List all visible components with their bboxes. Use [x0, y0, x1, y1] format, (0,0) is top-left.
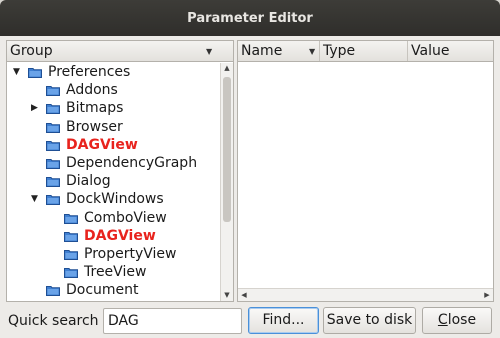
group-tree-vertical-scrollbar[interactable]: ▲ ▼	[220, 63, 233, 301]
find-button[interactable]: Find...	[248, 307, 319, 334]
bottom-bar: Quick search Find... Save to disk Close	[0, 306, 500, 336]
tree-item-label: Dialog	[66, 173, 111, 190]
save-to-disk-button[interactable]: Save to disk	[323, 307, 416, 334]
parameter-table-header: Name ▼ Type Value	[238, 41, 493, 62]
tree-item-label: Browser	[66, 118, 123, 135]
column-header-type-label: Type	[323, 43, 356, 59]
tree-item[interactable]: TreeView	[7, 263, 219, 281]
tree-item[interactable]: ComboView	[7, 209, 219, 227]
column-header-name-label: Name	[241, 43, 283, 59]
tree-item-label: Preferences	[48, 64, 131, 80]
folder-icon	[64, 212, 78, 224]
tree-item[interactable]: Dialog	[7, 172, 219, 190]
scroll-up-arrow-icon[interactable]: ▲	[221, 63, 233, 74]
title-bar: Parameter Editor	[0, 0, 500, 36]
tree-item-label: Bitmaps	[66, 100, 124, 117]
column-header-name[interactable]: Name	[238, 41, 320, 61]
close-button[interactable]: Close	[422, 307, 492, 334]
tree-item-label: DependencyGraph	[66, 155, 198, 171]
tree-item-label: TreeView	[84, 264, 147, 281]
tree-item[interactable]: PropertyView	[7, 245, 219, 263]
close-button-mnemonic: C	[437, 312, 448, 328]
tree-item-label: PropertyView	[84, 246, 177, 262]
sort-arrow-icon: ▼	[309, 47, 316, 56]
folder-icon	[64, 230, 78, 242]
folder-icon	[46, 157, 60, 169]
tree-item[interactable]: ▶ Bitmaps	[7, 99, 219, 117]
tree-item[interactable]: Addons	[7, 81, 219, 99]
parameter-table-pane[interactable]: Name ▼ Type Value ◀ ▶	[237, 40, 494, 302]
column-header-group-label: Group	[10, 43, 53, 59]
folder-icon	[46, 139, 60, 151]
expanded-arrow-icon[interactable]: ▼	[31, 194, 41, 204]
column-header-type[interactable]: Type	[320, 41, 408, 61]
tree-item-label: Addons	[66, 82, 118, 99]
tree-item-label: Document	[66, 282, 139, 299]
folder-icon	[46, 121, 60, 133]
folder-icon	[64, 248, 78, 260]
folder-icon	[46, 102, 60, 115]
folder-icon	[46, 175, 60, 188]
tree-item[interactable]: ▼ DockWindows	[7, 190, 219, 208]
tree-item-label: DAGView	[66, 136, 138, 153]
column-header-value-label: Value	[411, 43, 450, 59]
tree-item[interactable]: DAGView	[7, 136, 219, 154]
scrollbar-thumb[interactable]	[223, 77, 231, 222]
column-header-value[interactable]: Value	[408, 41, 494, 61]
folder-icon	[28, 66, 42, 78]
tree-item[interactable]: DependencyGraph	[7, 154, 219, 172]
folder-icon	[46, 193, 60, 206]
quick-search-label: Quick search	[8, 313, 99, 329]
quick-search-input[interactable]	[103, 308, 242, 334]
sort-arrow-icon: ▼	[206, 47, 213, 56]
parameter-table-horizontal-scrollbar[interactable]: ◀ ▶	[238, 288, 493, 301]
tree-item[interactable]: Browser	[7, 118, 219, 136]
tree-item-label: DAGView	[84, 227, 156, 244]
folder-icon	[46, 84, 60, 97]
scroll-right-arrow-icon[interactable]: ▶	[481, 289, 493, 301]
scroll-down-arrow-icon[interactable]: ▼	[221, 290, 233, 301]
tree-item[interactable]: ▼ Preferences	[7, 63, 219, 81]
close-button-rest: lose	[447, 312, 477, 328]
scroll-left-arrow-icon[interactable]: ◀	[238, 289, 250, 301]
tree-item[interactable]: Document	[7, 281, 219, 299]
folder-icon	[46, 284, 60, 297]
group-tree: ▼ Preferences Addons ▶ Bitmaps Browser DAGView…	[7, 63, 219, 299]
expanded-arrow-icon[interactable]: ▼	[13, 67, 23, 77]
tree-item[interactable]: DAGView	[7, 227, 219, 245]
tree-item-label: DockWindows	[66, 191, 164, 208]
column-header-group[interactable]: Group	[7, 41, 221, 61]
collapsed-arrow-icon[interactable]: ▶	[31, 103, 41, 113]
window-title: Parameter Editor	[187, 10, 313, 26]
group-tree-header: Group ▼	[7, 41, 233, 62]
folder-icon	[64, 266, 78, 279]
tree-item-label: ComboView	[84, 209, 167, 226]
group-tree-pane[interactable]: Group ▼ ▼ Preferences Addons ▶ Bitmaps Browse…	[6, 40, 234, 302]
